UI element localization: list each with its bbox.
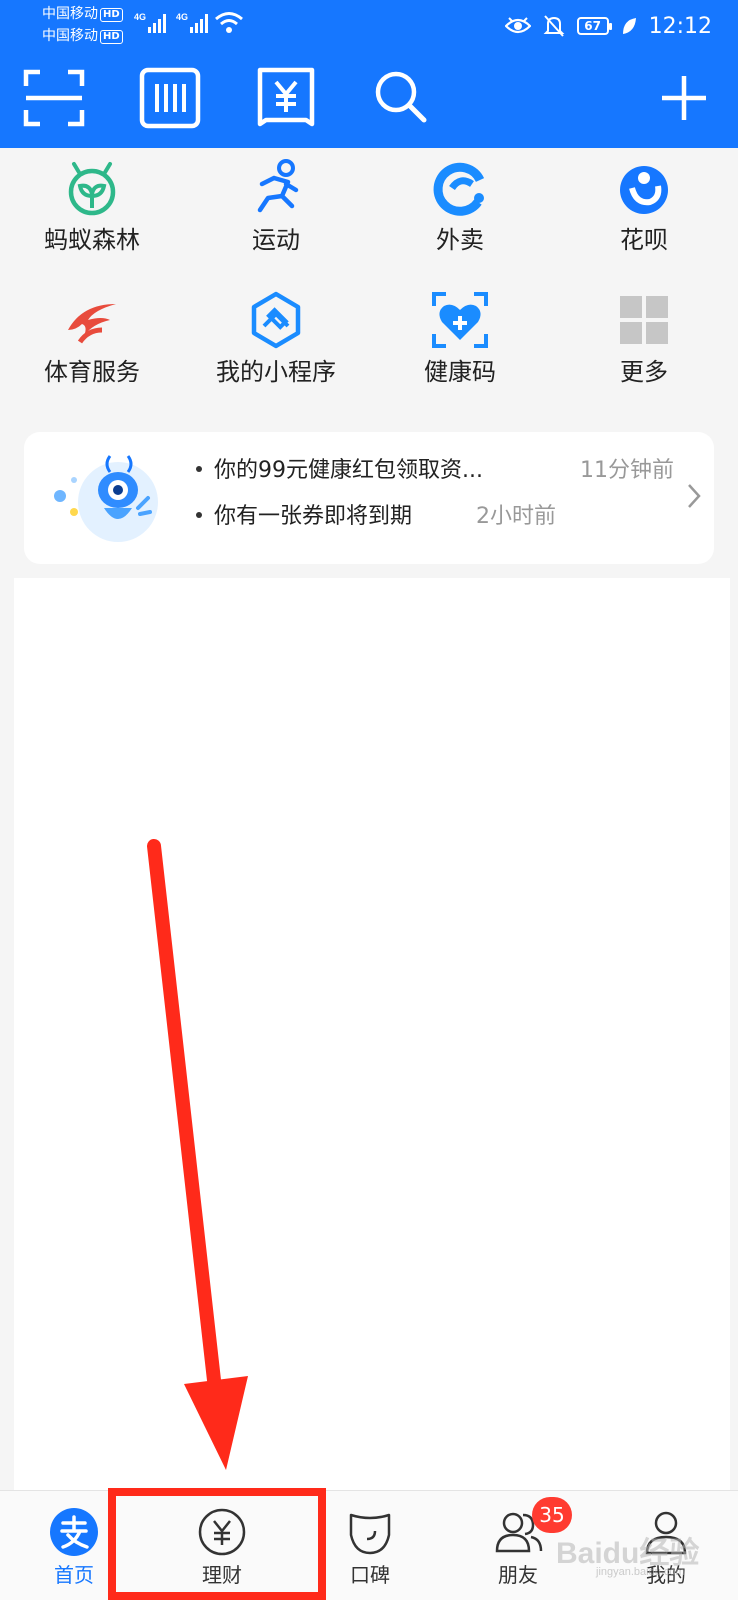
grid-label-more: 更多: [620, 358, 668, 386]
grid-item-huabei[interactable]: 花呗: [552, 148, 736, 278]
svg-text:4G: 4G: [176, 12, 188, 22]
ant-forest-icon: [68, 162, 116, 216]
grid-item-more[interactable]: 更多: [552, 280, 736, 410]
app-grid: 蚂蚁森林 运动 外卖 花呗 体育服务 我的小程序 健康码 更多: [0, 148, 738, 410]
signal-2-icon: 4G: [176, 12, 208, 33]
health-code-icon: [432, 292, 488, 348]
grid-label-mini-program: 我的小程序: [216, 358, 336, 386]
search-icon: [375, 71, 427, 123]
takeout-icon: [433, 162, 485, 216]
nav-label-friends: 朋友: [498, 1563, 538, 1587]
grid-label-health-code: 健康码: [424, 358, 496, 386]
grid-label-takeout: 外卖: [436, 226, 484, 254]
clock: 12:12: [648, 13, 712, 39]
notice-text-1: 你的99元健康红包领取资...: [214, 458, 483, 483]
nav-item-koubei[interactable]: 口碑: [300, 1491, 440, 1600]
search-button[interactable]: [370, 66, 434, 130]
grid-label-huabei: 花呗: [620, 226, 668, 254]
nav-item-friends[interactable]: 35 朋友: [448, 1491, 588, 1600]
profile-icon: [645, 1511, 687, 1555]
grid-item-health-code[interactable]: 健康码: [368, 280, 552, 410]
chevron-right-icon: [688, 484, 701, 508]
payment-code-icon: [139, 67, 201, 129]
notice-text-2: 你有一张券即将到期: [214, 504, 413, 529]
notice-time-1: 11分钟前: [580, 458, 674, 483]
status-right: 67 12:12: [504, 8, 712, 44]
scan-button[interactable]: [22, 66, 86, 130]
grid-item-takeout[interactable]: 外卖: [368, 148, 552, 278]
wealth-icon: [198, 1508, 246, 1556]
nav-item-home[interactable]: 首页: [4, 1491, 144, 1600]
grid-item-sport[interactable]: 运动: [184, 148, 368, 278]
mute-bell-icon: [543, 15, 565, 37]
nav-label-profile: 我的: [646, 1563, 686, 1587]
carrier-1-name: 中国移动: [42, 6, 98, 22]
notice-time-2: 2小时前: [476, 504, 556, 529]
carrier-1: 中国移动 HD: [42, 4, 123, 24]
grid-label-ant-forest: 蚂蚁森林: [44, 226, 140, 254]
notice-item-2: 你有一张券即将到期: [196, 498, 412, 530]
grid-item-mini-program[interactable]: 我的小程序: [184, 280, 368, 410]
sport-icon: [257, 159, 299, 213]
carrier-2-name: 中国移动: [42, 28, 98, 44]
scan-icon: [23, 69, 85, 127]
ant-mascot-icon: [54, 455, 158, 542]
more-icon: [620, 296, 668, 344]
add-icon: [662, 76, 706, 120]
mini-program-icon: [251, 291, 301, 349]
hd-badge-2: HD: [100, 30, 123, 44]
notice-item-1: 你的99元健康红包领取资...: [196, 452, 483, 484]
add-button[interactable]: [652, 66, 716, 130]
bill-icon: [257, 67, 315, 127]
friends-badge: 35: [532, 1497, 572, 1533]
nav-item-wealth[interactable]: 理财: [152, 1491, 292, 1600]
bullet: [196, 466, 202, 472]
signal-1-icon: 4G: [134, 12, 166, 33]
notification-card[interactable]: 你的99元健康红包领取资... 11分钟前 你有一张券即将到期 2小时前: [24, 432, 714, 564]
grid-item-sports-service[interactable]: 体育服务: [0, 280, 184, 410]
grid-label-sports-service: 体育服务: [44, 358, 140, 386]
bill-button[interactable]: [254, 66, 318, 130]
bottom-nav: 首页 理财 口碑 35 朋友 我的: [0, 1490, 738, 1600]
nav-label-wealth: 理财: [202, 1563, 242, 1587]
top-toolbar: [0, 52, 738, 148]
nav-label-home: 首页: [54, 1563, 94, 1587]
bullet: [196, 512, 202, 518]
nav-label-koubei: 口碑: [350, 1563, 390, 1587]
content-area: [14, 578, 730, 1490]
leaf-icon: [622, 18, 636, 34]
svg-text:4G: 4G: [134, 12, 146, 22]
huabei-icon: [620, 166, 668, 214]
grid-label-sport: 运动: [252, 226, 300, 254]
status-bar: 中国移动 HD 中国移动 HD 4G 4G 67 12:12: [0, 0, 738, 52]
battery-indicator: 67: [576, 17, 612, 35]
wifi-icon: [215, 12, 243, 33]
hd-badge-1: HD: [100, 8, 123, 22]
koubei-icon: [349, 1513, 391, 1555]
carrier-2: 中国移动 HD: [42, 26, 123, 46]
nav-item-profile[interactable]: 我的: [596, 1491, 736, 1600]
grid-item-ant-forest[interactable]: 蚂蚁森林: [0, 148, 184, 278]
payment-code-button[interactable]: [138, 66, 202, 130]
alipay-home-icon: [50, 1508, 98, 1556]
sports-service-icon: [68, 304, 116, 344]
eye-comfort-icon: [504, 17, 531, 34]
